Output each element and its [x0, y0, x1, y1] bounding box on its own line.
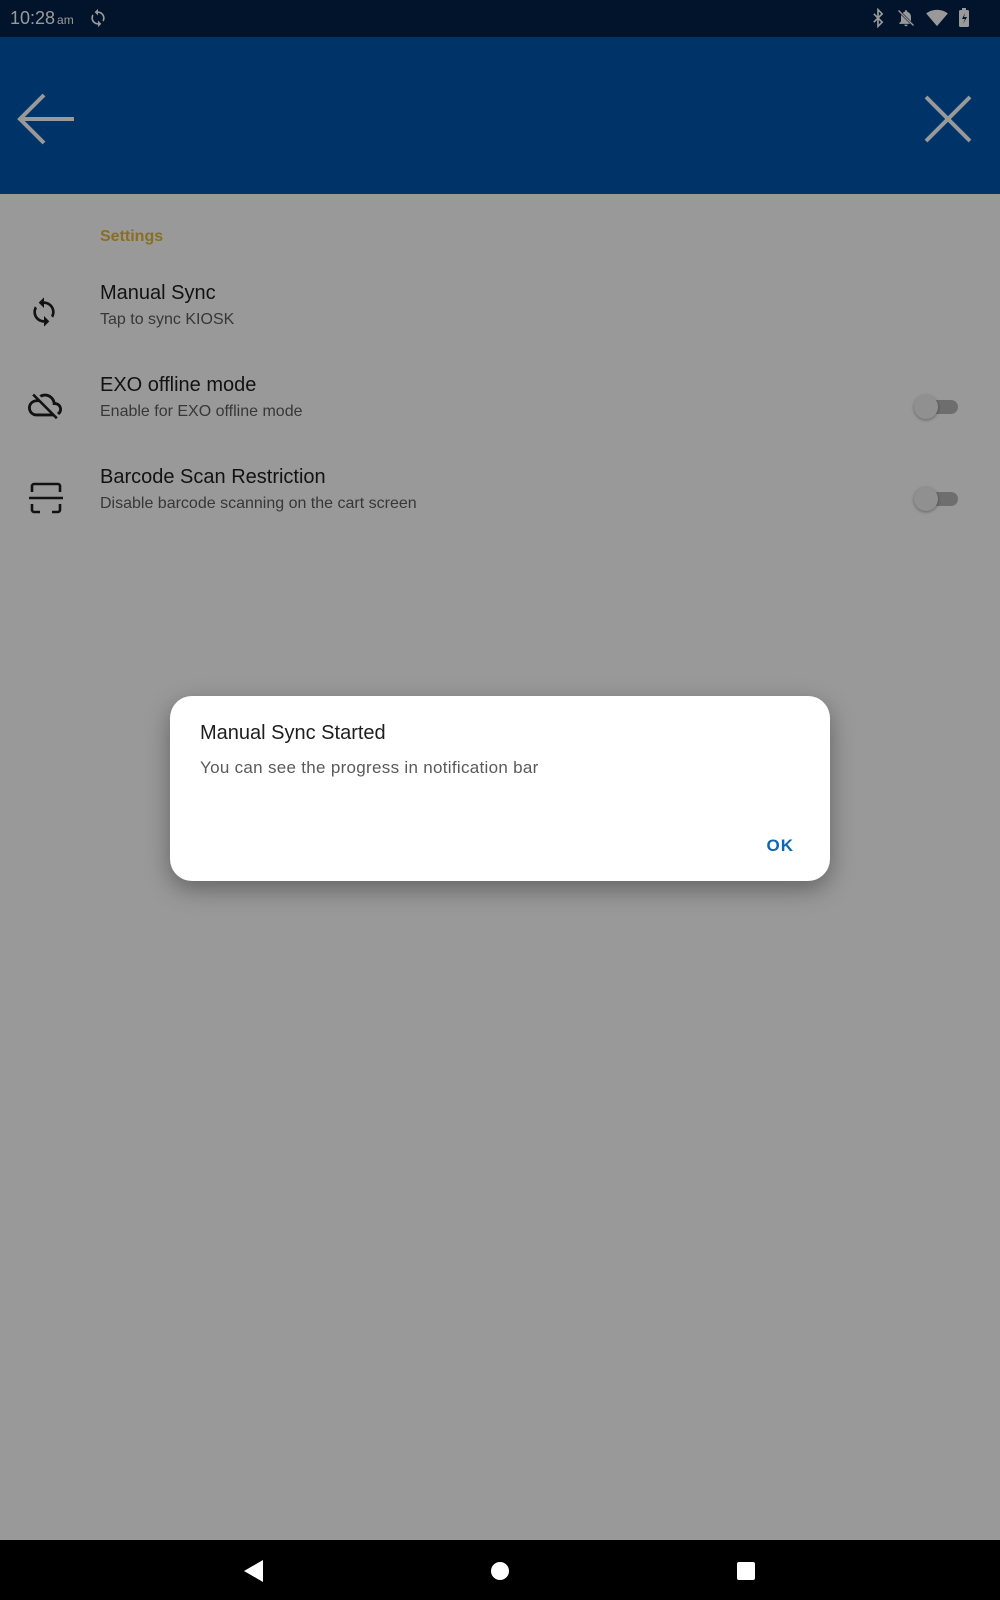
ok-button[interactable]: OK [767, 836, 795, 856]
nav-home-button[interactable] [487, 1558, 513, 1584]
dialog-title: Manual Sync Started [200, 722, 386, 744]
back-triangle-icon [244, 1560, 263, 1582]
home-circle-icon [491, 1562, 509, 1580]
nav-bar [0, 1540, 1000, 1600]
sync-dialog: Manual Sync Started You can see the prog… [170, 696, 830, 881]
nav-back-button[interactable] [241, 1558, 267, 1584]
nav-recents-button[interactable] [733, 1558, 759, 1584]
dialog-message: You can see the progress in notification… [200, 758, 539, 777]
recents-square-icon [737, 1562, 755, 1580]
